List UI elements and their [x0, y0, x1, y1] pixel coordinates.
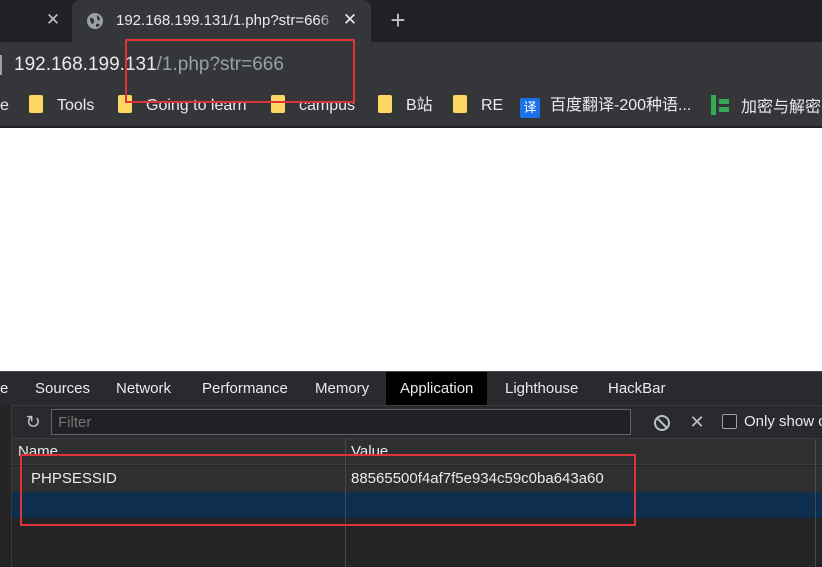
bookmark-tools[interactable]: Tools [29, 95, 94, 117]
devtools-tab-sources[interactable]: Sources [35, 372, 90, 405]
devtools-sidebar-edge[interactable] [0, 405, 12, 567]
bookmark-re[interactable]: RE [453, 95, 503, 117]
bookmark-label: Tools [57, 97, 95, 114]
bookmark-label: RE [481, 97, 504, 114]
filter-input[interactable] [51, 409, 631, 435]
column-divider [815, 439, 816, 567]
folder-icon [378, 95, 392, 113]
folder-icon [29, 95, 43, 113]
devtools-tab-hackbar[interactable]: HackBar [608, 372, 666, 405]
annotation-box-cookie [20, 454, 636, 526]
bookmark-label: 百度翻译-200种语... [550, 97, 692, 114]
globe-icon [87, 13, 103, 29]
devtools-tab-elements[interactable]: e [0, 372, 8, 405]
page-content [0, 128, 822, 371]
folder-icon [453, 95, 467, 113]
bookmark-label: 加密与解密 [741, 99, 822, 116]
only-show-checkbox[interactable] [722, 414, 737, 429]
bookmark-bilibili[interactable]: B站 [378, 95, 433, 117]
close-tab-icon[interactable]: ✕ [44, 11, 62, 29]
close-tab-icon[interactable]: ✕ [341, 11, 359, 29]
bookmark-label: B站 [406, 97, 433, 114]
only-show-label: Only show c [744, 413, 822, 430]
refresh-icon[interactable]: ↻ [23, 412, 43, 432]
bookmark-site-icon [711, 95, 731, 115]
devtools-tab-performance[interactable]: Performance [202, 372, 288, 405]
bookmark-partial[interactable]: e [0, 95, 9, 117]
devtools-tab-network[interactable]: Network [116, 372, 171, 405]
bookmark-baidu-translate[interactable]: 译百度翻译-200种语... [520, 95, 692, 118]
translate-icon: 译 [520, 98, 540, 118]
omnibox-cursor [0, 55, 2, 75]
clear-icon[interactable]: ✕ [687, 411, 707, 433]
block-icon[interactable] [653, 414, 671, 432]
annotation-box-url [125, 39, 355, 103]
tab-title: 192.168.199.131/1.php?str=666 [116, 12, 330, 29]
tab-title-fade [318, 10, 338, 32]
new-tab-button[interactable]: + [386, 7, 410, 33]
devtools-tab-application[interactable]: Application [386, 372, 488, 405]
devtools-tab-lighthouse[interactable]: Lighthouse [505, 372, 578, 405]
bookmark-encryption[interactable]: 加密与解密 [711, 95, 821, 117]
devtools-tab-memory[interactable]: Memory [315, 372, 369, 405]
